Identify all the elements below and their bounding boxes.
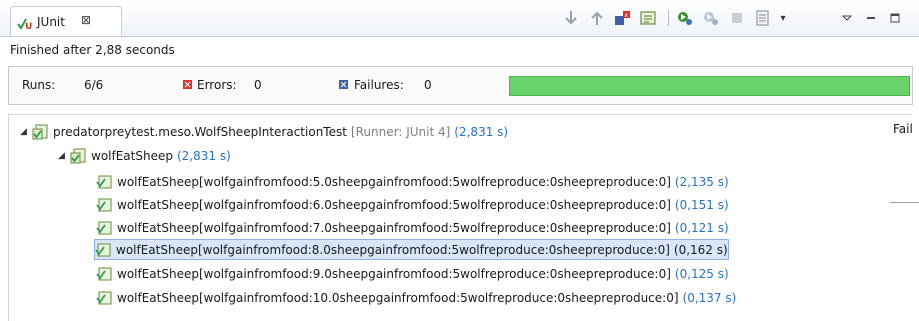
minimize-icon[interactable]	[862, 9, 880, 27]
tree-item-test-case[interactable]: wolfEatSheep[wolfgainfromfood:6.0sheepga…	[96, 195, 729, 214]
previous-failure-icon[interactable]	[588, 9, 606, 27]
collapse-triangle-icon[interactable]: ◢	[58, 151, 68, 161]
tree-item-test-case[interactable]: wolfEatSheep[wolfgainfromfood:10.0sheepg…	[96, 288, 736, 307]
collapse-triangle-icon[interactable]: ◢	[20, 127, 30, 137]
passed-test-icon	[96, 198, 112, 211]
test-class-name: predatorpreytest.meso.WolfSheepInteracti…	[53, 124, 347, 139]
svg-text:U: U	[25, 22, 32, 31]
test-method-name: wolfEatSheep	[91, 148, 173, 163]
rerun-test-icon[interactable]	[676, 9, 694, 27]
counter-panel: Runs: 6/6 Errors: 0 Failures: 0	[8, 66, 913, 105]
status-text: Finished after 2,88 seconds	[10, 43, 175, 57]
failure-trace-header: Fail	[893, 122, 913, 136]
test-class-time: (2,831 s)	[454, 124, 509, 139]
passed-test-icon	[96, 291, 112, 304]
test-case-time: (0,137 s)	[682, 290, 737, 305]
test-run-history-icon[interactable]	[754, 9, 772, 27]
tab-divider	[0, 36, 919, 37]
runner-label: [Runner: JUnit 4]	[350, 124, 451, 139]
errors-label: Errors:	[197, 78, 237, 92]
test-case-time: (0,151 s)	[674, 197, 729, 212]
test-case-name: wolfEatSheep[wolfgainfromfood:10.0sheepg…	[117, 290, 679, 305]
view-menu-icon[interactable]	[838, 9, 856, 27]
test-case-time: (2,135 s)	[674, 174, 729, 189]
view-tab-bar: U JUnit ⊠ x ▾	[0, 0, 919, 38]
error-icon	[183, 80, 192, 89]
test-case-name: wolfEatSheep[wolfgainfromfood:6.0sheepga…	[117, 197, 671, 212]
test-suite-icon	[70, 148, 86, 163]
progress-bar	[509, 76, 910, 96]
tab-junit[interactable]: U JUnit ⊠	[10, 6, 122, 38]
rerun-failed-first-icon[interactable]	[702, 9, 720, 27]
stop-icon[interactable]	[728, 9, 746, 27]
tab-label: JUnit	[37, 15, 65, 29]
scroll-lock-icon[interactable]	[640, 9, 658, 27]
test-case-name: wolfEatSheep[wolfgainfromfood:5.0sheepga…	[117, 174, 671, 189]
test-suite-icon	[32, 124, 48, 139]
test-case-time: (0,121 s)	[674, 220, 729, 235]
test-case-name: wolfEatSheep[wolfgainfromfood:7.0sheepga…	[117, 220, 671, 235]
failures-value: 0	[424, 78, 432, 92]
failure-icon	[339, 80, 348, 89]
runs-label: Runs:	[22, 78, 56, 92]
tree-item-test-case[interactable]: wolfEatSheep[wolfgainfromfood:9.0sheepga…	[96, 264, 729, 283]
errors-value: 0	[254, 78, 262, 92]
test-method-time: (2,831 s)	[176, 148, 231, 163]
test-case-name: wolfEatSheep[wolfgainfromfood:8.0sheepga…	[116, 242, 670, 257]
failures-label: Failures:	[354, 78, 404, 92]
toolbar-separator	[668, 10, 669, 26]
tree-item-test-case[interactable]: wolfEatSheep[wolfgainfromfood:5.0sheepga…	[96, 172, 729, 191]
runs-value: 6/6	[84, 78, 104, 92]
maximize-icon[interactable]	[886, 9, 904, 27]
passed-test-icon	[96, 175, 112, 188]
tree-item-test-case-selected[interactable]: wolfEatSheep[wolfgainfromfood:8.0sheepga…	[94, 239, 729, 260]
passed-test-icon	[95, 243, 111, 256]
history-dropdown-icon[interactable]: ▾	[774, 9, 792, 27]
show-failures-only-icon[interactable]: x	[614, 9, 632, 27]
failure-trace-divider	[890, 202, 919, 203]
tree-item-test-case[interactable]: wolfEatSheep[wolfgainfromfood:7.0sheepga…	[96, 218, 729, 237]
test-case-time: (0,125 s)	[674, 266, 729, 281]
close-icon[interactable]: ⊠	[81, 13, 91, 27]
junit-icon: U	[17, 18, 32, 31]
next-failure-icon[interactable]	[562, 9, 580, 27]
test-case-time: (0,162 s)	[673, 242, 728, 257]
test-case-name: wolfEatSheep[wolfgainfromfood:9.0sheepga…	[117, 266, 671, 281]
passed-test-icon	[96, 267, 112, 280]
passed-test-icon	[96, 221, 112, 234]
tree-item-test-method[interactable]: ◢ wolfEatSheep (2,831 s)	[58, 146, 231, 165]
tree-item-test-class[interactable]: ◢ predatorpreytest.meso.WolfSheepInterac…	[20, 122, 508, 141]
svg-text:x: x	[625, 12, 629, 19]
